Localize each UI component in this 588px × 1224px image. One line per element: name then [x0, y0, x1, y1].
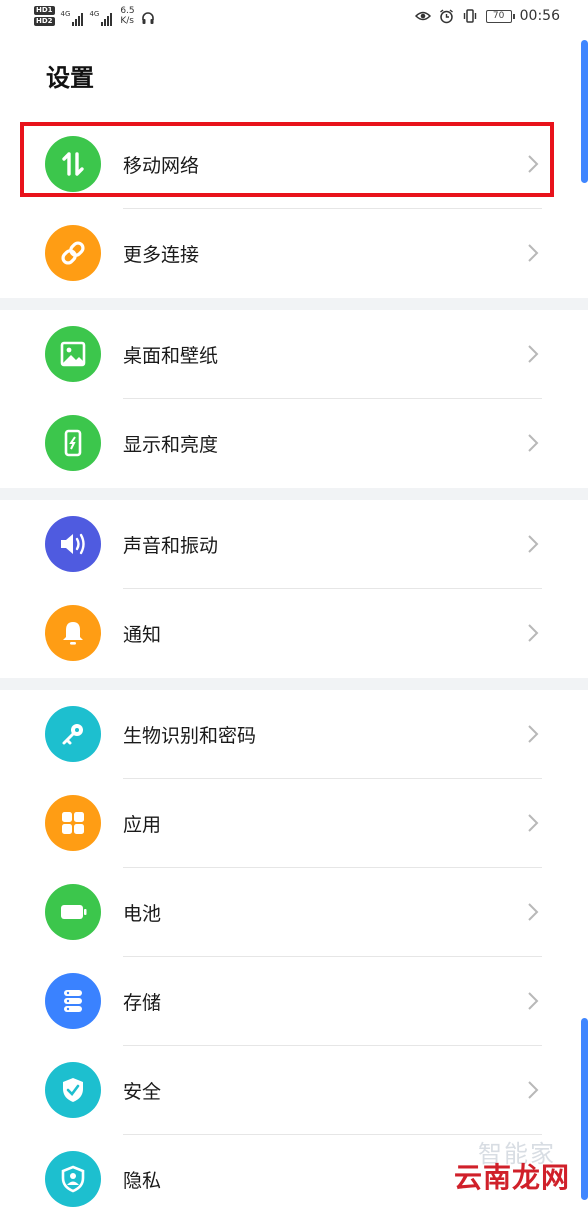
settings-item-label: 声音和振动: [123, 535, 219, 557]
shield-icon: [45, 1062, 101, 1118]
network-type-1: 4G: [60, 10, 71, 18]
chevron-right-icon: [528, 1081, 539, 1099]
chevron-right-icon: [528, 535, 539, 553]
settings-item-battery[interactable]: 电池: [0, 868, 588, 957]
settings-item-display-brightness[interactable]: 显示和亮度: [0, 399, 588, 488]
watermark-bottom-text: 云南龙网: [454, 1161, 571, 1194]
battery-icon: [45, 884, 101, 940]
settings-item-label: 显示和亮度: [123, 434, 219, 456]
status-bar: HD1 HD2 4G 4G 6.5 K/s 70 00:56: [0, 0, 588, 38]
alarm-icon: [439, 8, 453, 23]
settings-item-label: 应用: [123, 814, 162, 836]
settings-item-mobile-network[interactable]: 移动网络: [0, 120, 588, 209]
battery-indicator: 70: [485, 9, 515, 23]
headphone-icon: [141, 12, 154, 24]
section-gap: [0, 298, 588, 310]
speed-unit: K/s: [120, 16, 134, 26]
watermark: 智能家 云南龙网: [448, 1130, 582, 1196]
group-display: 桌面和壁纸 显示和亮度: [0, 310, 588, 488]
network-speed: 6.5 K/s: [120, 6, 134, 26]
page-title: 设置: [46, 64, 94, 92]
settings-item-label: 隐私: [123, 1170, 162, 1192]
settings-item-label: 桌面和壁纸: [123, 345, 219, 367]
chevron-right-icon: [528, 725, 539, 743]
settings-item-home-wallpaper[interactable]: 桌面和壁纸: [0, 310, 588, 399]
key-icon: [45, 706, 101, 762]
signal-icon-2: 4G: [89, 10, 113, 26]
group-sound: 声音和振动 通知: [0, 500, 588, 678]
group-connections: 移动网络 更多连接: [0, 120, 588, 298]
settings-item-more-connections[interactable]: 更多连接: [0, 209, 588, 298]
hd-badge-2: HD2: [34, 17, 55, 26]
settings-item-label: 电池: [123, 903, 162, 925]
chevron-right-icon: [528, 345, 539, 363]
hd-badge-1: HD1: [34, 6, 55, 15]
vibrate-icon: [463, 9, 476, 23]
status-right: 70 00:56: [414, 8, 560, 24]
section-gap: [0, 488, 588, 500]
storage-icon: [45, 973, 101, 1029]
settings-item-label: 通知: [123, 624, 162, 646]
scroll-indicator-bottom[interactable]: [581, 1018, 588, 1200]
section-gap: [0, 678, 588, 690]
mobile-data-icon: [45, 136, 101, 192]
image-icon: [45, 326, 101, 382]
settings-item-biometrics-password[interactable]: 生物识别和密码: [0, 690, 588, 779]
hd-indicators: HD1 HD2: [34, 6, 55, 26]
chevron-right-icon: [528, 903, 539, 921]
chevron-right-icon: [528, 434, 539, 452]
chevron-right-icon: [528, 244, 539, 262]
settings-item-storage[interactable]: 存储: [0, 957, 588, 1046]
status-left: HD1 HD2 4G 4G 6.5 K/s: [34, 6, 155, 26]
apps-icon: [45, 795, 101, 851]
privacy-icon: [45, 1151, 101, 1207]
settings-item-notifications[interactable]: 通知: [0, 589, 588, 678]
settings-item-label: 更多连接: [123, 244, 200, 266]
settings-item-label: 安全: [123, 1081, 162, 1103]
settings-list: 移动网络 更多连接 桌面和壁纸 显示和亮度 声音和振动 通知 生物识别和密码 应…: [0, 120, 588, 1224]
settings-item-label: 存储: [123, 992, 162, 1014]
chevron-right-icon: [528, 814, 539, 832]
link-icon: [45, 225, 101, 281]
clock: 00:56: [519, 8, 560, 24]
chevron-right-icon: [528, 624, 539, 642]
bell-icon: [45, 605, 101, 661]
eye-comfort-icon: [414, 11, 431, 21]
scroll-indicator-top[interactable]: [581, 40, 588, 183]
chevron-right-icon: [528, 155, 539, 173]
settings-item-sound-vibration[interactable]: 声音和振动: [0, 500, 588, 589]
display-icon: [45, 415, 101, 471]
settings-item-label: 生物识别和密码: [123, 725, 257, 747]
chevron-right-icon: [528, 992, 539, 1010]
settings-item-security[interactable]: 安全: [0, 1046, 588, 1135]
speed-value: 6.5: [120, 6, 135, 16]
network-type-2: 4G: [89, 10, 100, 18]
settings-item-label: 移动网络: [123, 155, 200, 177]
settings-item-apps[interactable]: 应用: [0, 779, 588, 868]
speaker-icon: [45, 516, 101, 572]
signal-icon-1: 4G: [61, 10, 84, 26]
